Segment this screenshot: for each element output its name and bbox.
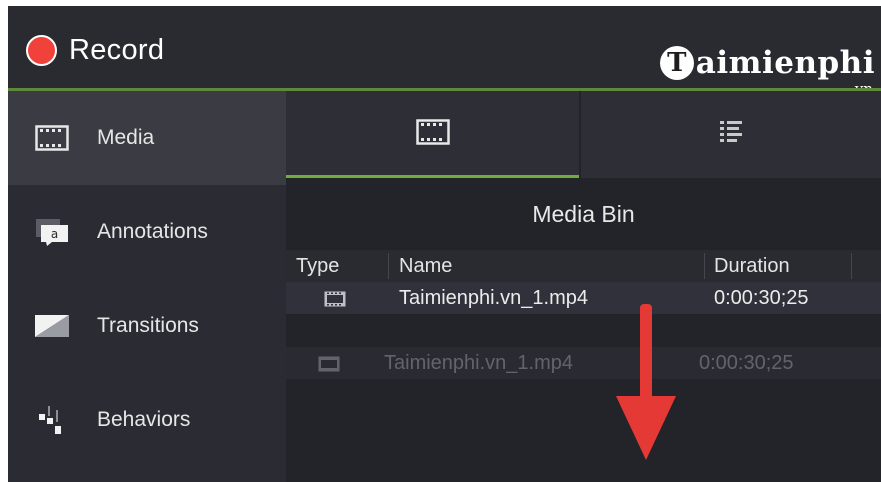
tab-media-list[interactable] [581,91,881,178]
sidebar-item-label: Annotations [97,220,208,243]
table-header [286,250,881,282]
record-button[interactable]: Record [26,34,164,67]
transition-icon [34,311,70,341]
sidebar-item-label: Transitions [97,314,199,337]
column-header-duration[interactable]: Duration [714,250,790,282]
sidebar-item-media[interactable]: Media [8,91,286,185]
record-label: Record [69,34,165,66]
sidebar: Media a Annotations Transitions Behavior… [8,91,286,482]
drag-preview-row: Taimienphi.vn_1.mp4 0:00:30;25 [286,347,881,379]
tab-bar [286,91,881,178]
table-row[interactable]: Taimienphi.vn_1.mp4 0:00:30;25 [286,282,881,314]
media-panel: Media Bin Type Name Duration Taimienphi.… [286,91,881,482]
top-bar: Record T aimienphi .vn [8,6,881,98]
annotation-icon: a [34,217,70,247]
film-icon [324,282,346,314]
record-icon [26,35,57,66]
column-divider[interactable] [851,253,852,279]
behaviors-icon [34,405,70,435]
media-file-name: Taimienphi.vn_1.mp4 [384,352,573,374]
watermark-logo: T aimienphi .vn [659,44,875,98]
sidebar-item-label: Media [97,126,155,149]
media-file-name: Taimienphi.vn_1.mp4 [399,287,588,309]
column-header-name[interactable]: Name [399,250,452,282]
sidebar-item-annotations[interactable]: a Annotations [8,185,286,279]
sidebar-item-label: Behaviors [97,408,191,431]
list-icon [719,119,743,150]
sidebar-item-transitions[interactable]: Transitions [8,279,286,373]
watermark-text: aimienphi [695,45,875,81]
watermark-badge: T [659,46,694,80]
media-bin-title: Media Bin [286,178,881,250]
media-duration: 0:00:30;25 [699,352,794,374]
svg-text:a: a [51,227,58,241]
film-icon [318,347,340,379]
tab-media-thumbnails[interactable] [286,91,579,178]
film-icon [415,119,450,150]
column-header-type[interactable]: Type [296,250,339,282]
column-divider[interactable] [388,253,389,279]
film-icon [34,123,70,153]
arrow-down-icon [616,304,676,460]
media-duration: 0:00:30;25 [714,287,809,309]
sidebar-item-behaviors[interactable]: Behaviors [8,373,286,467]
column-divider[interactable] [704,253,705,279]
app-window: Record T aimienphi .vn Media [8,6,881,482]
